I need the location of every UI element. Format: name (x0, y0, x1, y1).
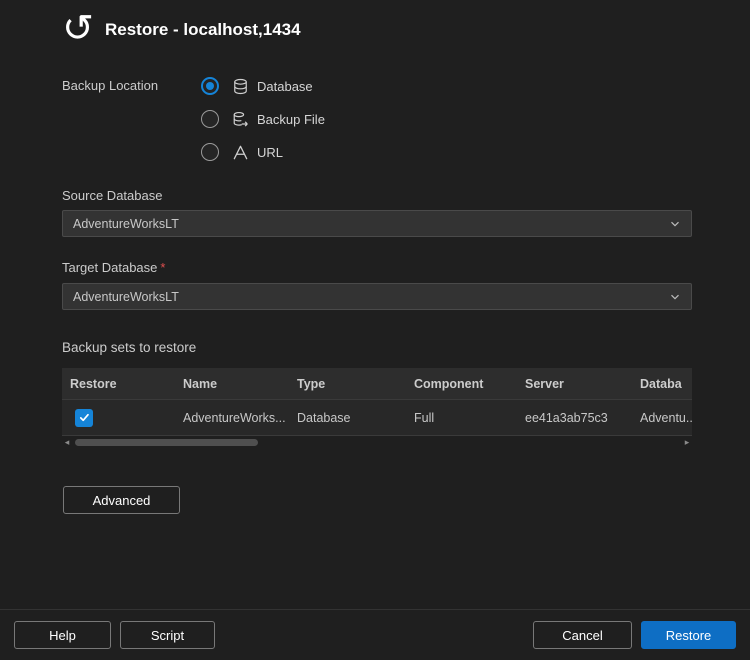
cell-server: ee41a3ab75c3 (517, 411, 632, 425)
table-header-row: Restore Name Type Component Server Datab… (62, 368, 692, 399)
radio-option-url[interactable]: URL (201, 143, 325, 161)
script-button[interactable]: Script (120, 621, 215, 649)
scrollbar-thumb[interactable] (75, 439, 258, 446)
radio-label-url: URL (257, 145, 283, 160)
target-database-select[interactable]: AdventureWorksLT (62, 283, 692, 310)
radio-button-url[interactable] (201, 143, 219, 161)
source-database-select[interactable]: AdventureWorksLT (62, 210, 692, 237)
cell-component: Full (406, 411, 517, 425)
cell-database: Adventu... (632, 411, 692, 425)
scrollbar-track[interactable] (72, 438, 682, 447)
backup-location-radio-group: Database Backup File URL (201, 77, 325, 176)
column-header-name: Name (175, 377, 289, 391)
source-database-value: AdventureWorksLT (73, 217, 179, 231)
column-header-restore: Restore (62, 377, 175, 391)
column-header-server: Server (517, 377, 632, 391)
footer-divider (0, 609, 750, 610)
radio-button-database[interactable] (201, 77, 219, 95)
cell-name: AdventureWorks... (175, 411, 289, 425)
restore-cell (62, 409, 175, 427)
required-marker: * (160, 260, 165, 275)
column-header-component: Component (406, 377, 517, 391)
chevron-down-icon (669, 218, 681, 230)
target-database-value: AdventureWorksLT (73, 290, 179, 304)
restore-icon: ↺ (56, 6, 100, 52)
advanced-button[interactable]: Advanced (63, 486, 180, 514)
backup-sets-table: Restore Name Type Component Server Datab… (62, 368, 692, 436)
url-azure-icon (231, 143, 249, 161)
target-database-label: Target Database* (62, 260, 165, 275)
scroll-left-icon[interactable]: ◂ (62, 437, 72, 448)
scroll-right-icon[interactable]: ▸ (682, 437, 692, 448)
column-header-database: Databa (632, 377, 692, 391)
dialog-title: Restore - localhost,1434 (105, 20, 301, 40)
column-header-type: Type (289, 377, 406, 391)
horizontal-scrollbar[interactable]: ◂ ▸ (62, 437, 692, 448)
backup-sets-label: Backup sets to restore (62, 340, 196, 355)
help-button[interactable]: Help (14, 621, 111, 649)
radio-button-backup-file[interactable] (201, 110, 219, 128)
cancel-button[interactable]: Cancel (533, 621, 632, 649)
chevron-down-icon (669, 291, 681, 303)
radio-label-database: Database (257, 79, 313, 94)
restore-checkbox[interactable] (75, 409, 93, 427)
backup-file-icon (231, 110, 249, 128)
target-database-label-text: Target Database (62, 260, 157, 275)
source-database-label: Source Database (62, 188, 162, 203)
cell-type: Database (289, 411, 406, 425)
table-row[interactable]: AdventureWorks... Database Full ee41a3ab… (62, 399, 692, 436)
radio-option-database[interactable]: Database (201, 77, 325, 95)
radio-label-backup-file: Backup File (257, 112, 325, 127)
restore-button[interactable]: Restore (641, 621, 736, 649)
backup-location-label: Backup Location (62, 78, 158, 93)
radio-option-backup-file[interactable]: Backup File (201, 110, 325, 128)
database-icon (231, 77, 249, 95)
